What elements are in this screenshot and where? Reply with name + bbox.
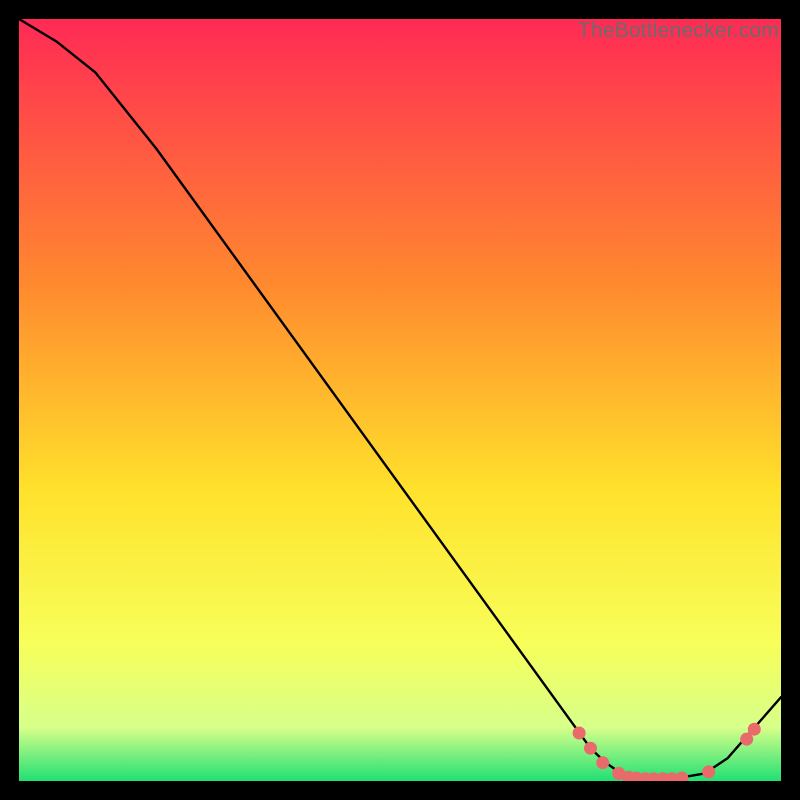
gradient-background (19, 19, 781, 781)
data-marker (573, 727, 586, 740)
bottleneck-chart (19, 19, 781, 781)
chart-frame: TheBottlenecker.com (19, 19, 781, 781)
watermark-text: TheBottlenecker.com (578, 19, 779, 43)
data-marker (702, 765, 715, 778)
data-marker (748, 723, 761, 736)
data-marker (596, 756, 609, 769)
data-marker (584, 742, 597, 755)
